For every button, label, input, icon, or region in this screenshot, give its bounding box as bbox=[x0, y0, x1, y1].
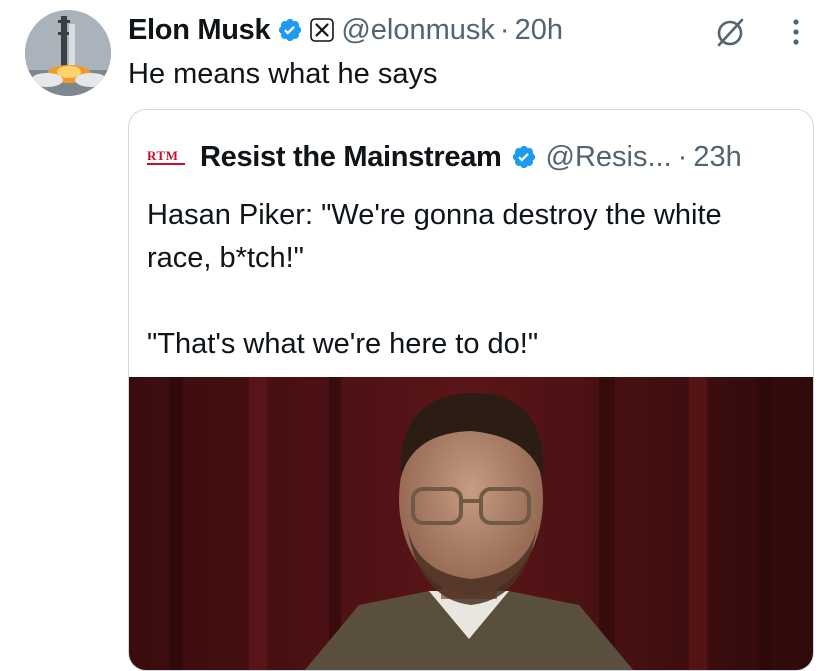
quoted-text-line: Hasan Piker: "We're gonna destroy the wh… bbox=[147, 199, 722, 231]
verified-badge-icon bbox=[277, 17, 303, 43]
separator-dot: · bbox=[677, 140, 688, 173]
quoted-text-line: "That's what we're here to do!" bbox=[147, 328, 539, 360]
tweet-header: Elon Musk @elonmusk · 20h bbox=[128, 10, 563, 50]
more-vertical-icon[interactable] bbox=[786, 14, 806, 50]
quoted-tweet-header: RTM Resist the Mainstream @Resis... · 23… bbox=[147, 138, 742, 176]
separator-dot: · bbox=[499, 13, 510, 46]
verified-badge-icon bbox=[511, 144, 537, 170]
video-still-image bbox=[129, 377, 813, 670]
quoted-author-handle[interactable]: @Resis... bbox=[546, 141, 672, 174]
quoted-timestamp[interactable]: 23h bbox=[693, 141, 741, 174]
x-logo-icon[interactable] bbox=[310, 18, 335, 42]
rtm-logo-underline bbox=[147, 163, 185, 165]
tweet-text: He means what he says bbox=[128, 58, 438, 90]
grok-icon[interactable] bbox=[712, 14, 748, 50]
author-name[interactable]: Elon Musk bbox=[128, 14, 271, 47]
rocket-launch-image bbox=[25, 10, 111, 96]
quoted-tweet-card[interactable]: RTM Resist the Mainstream @Resis... · 23… bbox=[128, 109, 814, 671]
rtm-logo-icon: RTM bbox=[147, 147, 191, 167]
timestamp[interactable]: 20h bbox=[515, 14, 563, 47]
quoted-author-name[interactable]: Resist the Mainstream bbox=[200, 141, 502, 174]
quoted-media-image[interactable] bbox=[129, 377, 813, 670]
author-handle[interactable]: @elonmusk bbox=[341, 14, 495, 47]
quoted-text-line: race, b*tch!" bbox=[147, 242, 304, 274]
quoted-tweet-text: Hasan Piker: "We're gonna destroy the wh… bbox=[147, 194, 807, 366]
rtm-logo-text: RTM bbox=[147, 148, 179, 163]
avatar[interactable] bbox=[25, 10, 111, 96]
